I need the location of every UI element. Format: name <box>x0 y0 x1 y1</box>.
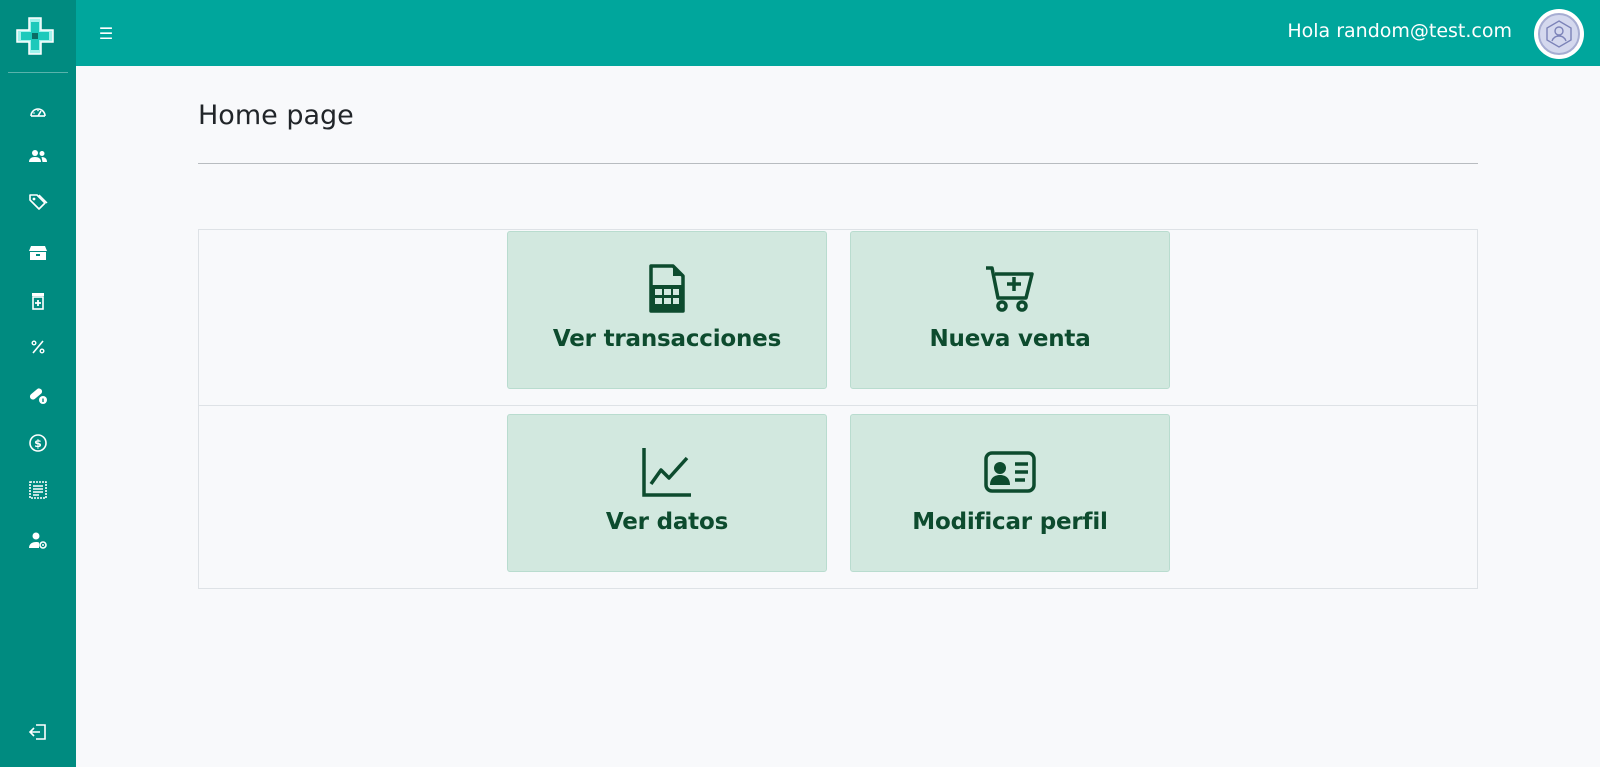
card-label: Ver transacciones <box>552 326 782 352</box>
sidebar-item-pharmacy[interactable] <box>18 284 58 318</box>
cart-plus-icon <box>983 262 1037 316</box>
dashboard-icon <box>30 108 46 117</box>
sidebar-item-users[interactable] <box>18 139 58 173</box>
sidebar-item-payments[interactable]: $ <box>18 426 58 460</box>
spreadsheet-icon <box>640 262 694 316</box>
sidebar-item-medicines[interactable] <box>18 378 58 412</box>
pills-info-icon <box>29 388 47 404</box>
view-transactions-card[interactable]: Ver transacciones <box>507 231 827 389</box>
id-card-icon <box>983 445 1037 499</box>
menu-toggle-button[interactable]: ☰ <box>96 22 116 44</box>
user-settings-icon <box>29 532 47 549</box>
title-divider <box>198 163 1478 164</box>
card-label: Modificar perfil <box>912 509 1108 535</box>
sidebar-item-user-settings[interactable] <box>18 523 58 557</box>
user-avatar[interactable] <box>1534 9 1584 59</box>
edit-profile-card[interactable]: Modificar perfil <box>850 414 1170 572</box>
logout-button[interactable] <box>18 715 58 749</box>
logout-icon <box>28 724 46 740</box>
avatar-user-icon <box>1538 13 1580 55</box>
inventory-icon <box>29 246 47 260</box>
percent-icon <box>31 340 45 354</box>
users-icon <box>29 150 47 162</box>
view-data-card[interactable]: Ver datos <box>507 414 827 572</box>
grid-row-divider <box>199 405 1477 406</box>
receipt-icon <box>29 481 47 499</box>
top-bar: ☰ Hola random@test.com <box>76 0 1600 66</box>
tags-icon <box>29 194 48 210</box>
page-title: Home page <box>198 100 354 131</box>
sidebar-item-discounts[interactable] <box>18 330 58 364</box>
sidebar-divider <box>8 72 68 73</box>
card-label: Ver datos <box>605 509 729 535</box>
hamburger-icon: ☰ <box>98 23 114 43</box>
sidebar: $ <box>0 0 76 767</box>
card-label: Nueva venta <box>929 326 1091 352</box>
sidebar-item-receipts[interactable] <box>18 473 58 507</box>
quick-actions-grid <box>198 229 1478 589</box>
sidebar-item-dashboard[interactable] <box>18 95 58 129</box>
sidebar-item-tags[interactable] <box>18 185 58 219</box>
pharmacy-cross-logo[interactable] <box>15 16 55 56</box>
user-greeting: Hola random@test.com <box>1287 20 1512 42</box>
graph-icon <box>640 445 694 499</box>
new-sale-card[interactable]: Nueva venta <box>850 231 1170 389</box>
dollar-icon: $ <box>29 434 47 452</box>
pharmacy-icon <box>32 293 44 310</box>
svg-text:$: $ <box>34 437 42 450</box>
sidebar-item-inventory[interactable] <box>18 235 58 269</box>
